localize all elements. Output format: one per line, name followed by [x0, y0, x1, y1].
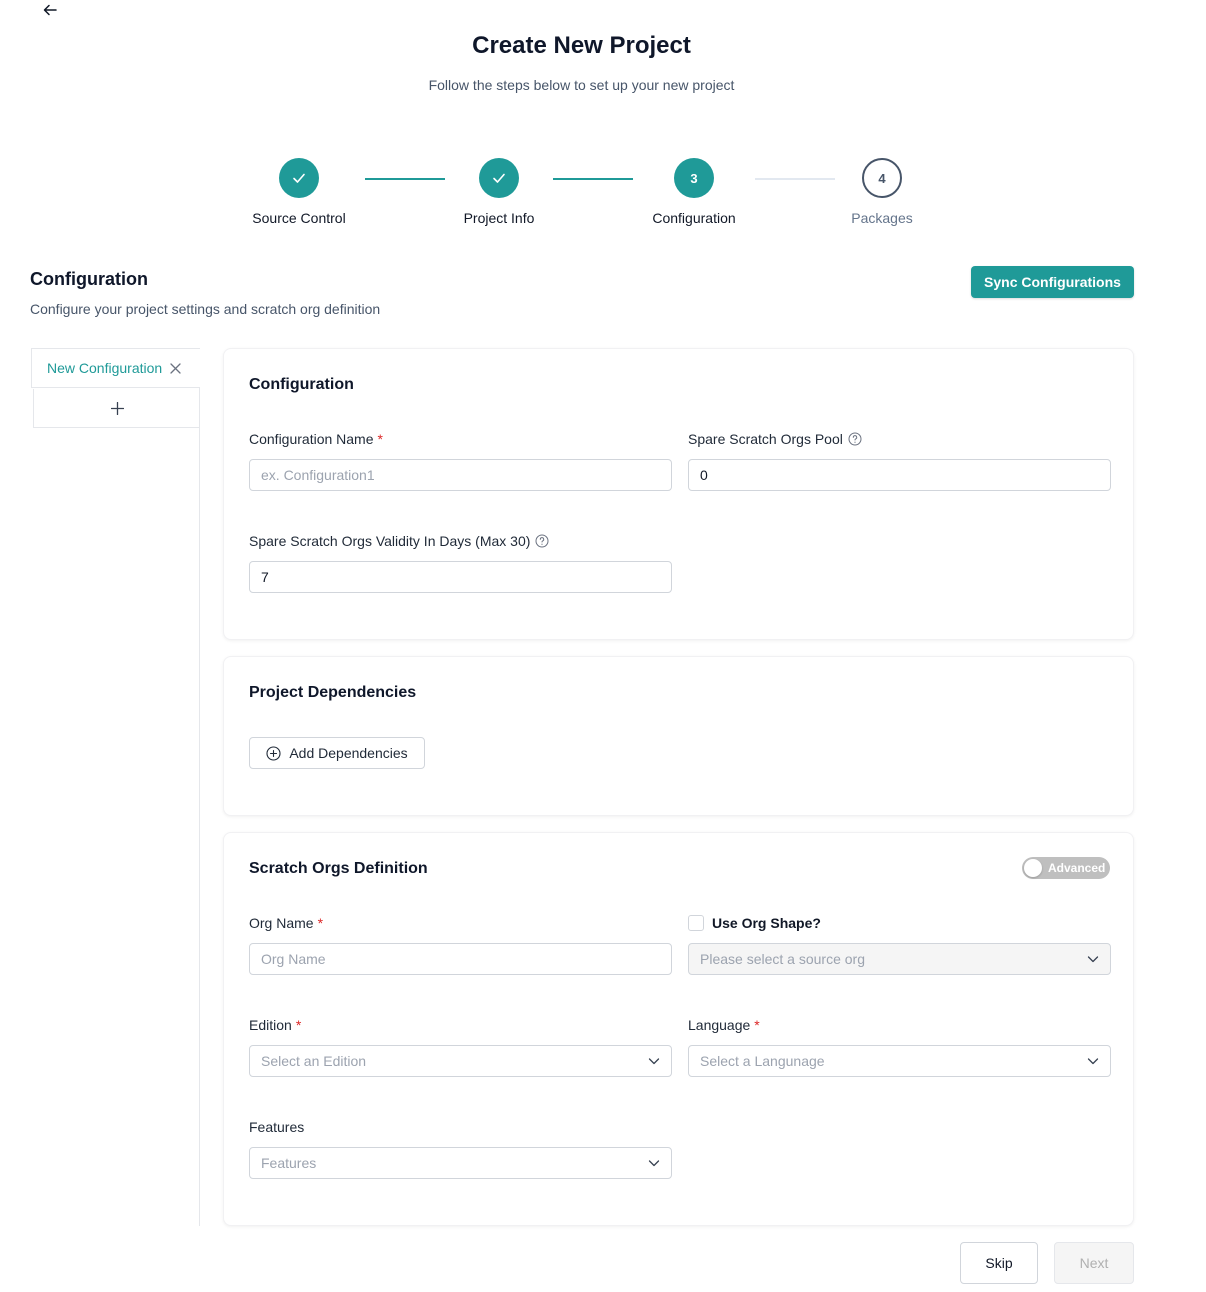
field-label-text: Configuration Name: [249, 431, 374, 447]
advanced-toggle[interactable]: Advanced: [1022, 857, 1110, 879]
step-packages: 4 Packages: [802, 158, 962, 226]
step-number: 4: [862, 158, 902, 198]
back-button[interactable]: [38, 0, 62, 20]
select-placeholder: Select an Edition: [261, 1053, 367, 1069]
page-subtitle: Follow the steps below to set up your ne…: [428, 77, 735, 93]
section-description: Configure your project settings and scra…: [30, 301, 381, 317]
chevron-down-icon: [1087, 1055, 1099, 1067]
card-title: Project Dependencies: [249, 684, 417, 701]
required-marker: *: [377, 431, 383, 447]
field-label-text: Spare Scratch Orgs Validity In Days (Max…: [249, 533, 531, 549]
field-label-text: Spare Scratch Orgs Pool: [688, 431, 843, 447]
question-circle-icon[interactable]: [848, 432, 862, 446]
features-label: Features: [249, 1119, 304, 1135]
configuration-card: Configuration Configuration Name* Spare …: [223, 348, 1134, 640]
step-configuration: 3 Configuration: [614, 158, 774, 226]
spare-pool-input[interactable]: [688, 459, 1111, 491]
project-dependencies-card: Project Dependencies Add Dependencies: [223, 656, 1134, 816]
required-marker: *: [754, 1017, 760, 1033]
select-placeholder: Please select a source org: [700, 951, 865, 967]
step-label: Configuration: [652, 210, 736, 226]
add-configuration-tab[interactable]: [33, 389, 200, 428]
checkbox-label: Use Org Shape?: [712, 915, 821, 931]
language-select[interactable]: Select a Langunage: [688, 1045, 1111, 1077]
edition-select[interactable]: Select an Edition: [249, 1045, 672, 1077]
button-label: Add Dependencies: [289, 745, 408, 761]
use-org-shape-checkbox[interactable]: [688, 915, 704, 931]
step-source-control: Source Control: [219, 158, 379, 226]
chevron-down-icon: [648, 1157, 660, 1169]
language-label: Language *: [688, 1017, 760, 1033]
check-icon: [292, 171, 306, 185]
add-dependencies-button[interactable]: Add Dependencies: [249, 737, 425, 769]
validity-days-label: Spare Scratch Orgs Validity In Days (Max…: [249, 533, 549, 549]
next-button[interactable]: Next: [1054, 1242, 1134, 1284]
skip-button[interactable]: Skip: [960, 1242, 1038, 1284]
sync-configurations-button[interactable]: Sync Configurations: [971, 266, 1134, 298]
chevron-down-icon: [1087, 953, 1099, 965]
step-project-info: Project Info: [419, 158, 579, 226]
use-org-shape-checkbox-row[interactable]: Use Org Shape?: [688, 915, 821, 931]
card-title: Configuration: [249, 376, 354, 393]
section-title: Configuration: [30, 269, 148, 289]
card-title: Scratch Orgs Definition: [249, 860, 428, 877]
field-label-text: Features: [249, 1119, 305, 1135]
toggle-label: Advanced: [1048, 861, 1106, 875]
toggle-knob: [1024, 859, 1042, 877]
plus-circle-icon: [266, 745, 281, 761]
step-label: Project Info: [463, 210, 535, 226]
plus-icon: [110, 401, 124, 415]
configuration-name-input[interactable]: [249, 459, 672, 491]
arrow-left-icon: [43, 3, 57, 17]
features-select[interactable]: Features: [249, 1147, 672, 1179]
step-complete-indicator: [279, 158, 319, 198]
check-icon: [492, 171, 506, 185]
step-complete-indicator: [479, 158, 519, 198]
tabs-divider: [199, 348, 200, 1226]
step-label: Source Control: [252, 210, 346, 226]
page-title: Create New Project: [472, 32, 691, 59]
org-name-label: Org Name *: [249, 915, 323, 931]
required-marker: *: [317, 915, 324, 931]
field-label-text: Org Name: [249, 915, 314, 931]
org-name-input[interactable]: [249, 943, 672, 975]
source-org-select: Please select a source org: [688, 943, 1111, 975]
tab-label: New Configuration: [47, 360, 163, 376]
configuration-name-label: Configuration Name *: [249, 431, 383, 447]
spare-pool-label: Spare Scratch Orgs Pool: [688, 431, 862, 447]
step-label: Packages: [851, 210, 913, 226]
validity-days-input[interactable]: [249, 561, 672, 593]
step-number: 3: [674, 158, 714, 198]
field-label-text: Language: [688, 1017, 751, 1033]
close-icon[interactable]: [170, 362, 181, 374]
edition-label: Edition *: [249, 1017, 301, 1033]
required-marker: *: [295, 1017, 302, 1033]
chevron-down-icon: [648, 1055, 660, 1067]
select-placeholder: Select a Langunage: [700, 1053, 825, 1069]
field-label-text: Edition: [249, 1017, 292, 1033]
question-circle-icon[interactable]: [535, 534, 549, 548]
tab-new-configuration[interactable]: New Configuration: [31, 348, 200, 388]
select-placeholder: Features: [261, 1155, 317, 1171]
scratch-orgs-card: Scratch Orgs Definition Advanced Org Nam…: [223, 832, 1134, 1226]
